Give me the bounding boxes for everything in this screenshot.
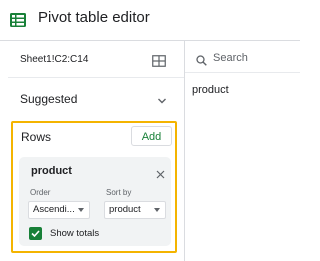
checkmark-icon xyxy=(31,230,40,238)
order-label: Order xyxy=(30,188,51,197)
sortby-select[interactable]: product xyxy=(104,201,166,219)
rows-label: Rows xyxy=(21,130,52,144)
editor-title: Pivot table editor xyxy=(38,9,150,26)
order-select[interactable]: Ascendi... xyxy=(28,201,90,219)
editor-header: Pivot table editor xyxy=(0,0,300,40)
header-divider xyxy=(0,40,300,41)
caret-down-icon xyxy=(154,208,160,212)
grid-icon[interactable] xyxy=(152,54,166,67)
sortby-select-value: product xyxy=(109,204,141,215)
suggested-label[interactable]: Suggested xyxy=(20,92,77,106)
show-totals-label[interactable]: Show totals xyxy=(50,228,99,239)
caret-down-icon xyxy=(78,208,84,212)
field-list-item[interactable]: product xyxy=(192,84,229,96)
chevron-down-icon[interactable] xyxy=(157,93,167,104)
sortby-label: Sort by xyxy=(106,188,132,197)
field-search-input[interactable] xyxy=(213,49,298,67)
data-range[interactable]: Sheet1!C2:C14 xyxy=(20,54,88,65)
add-row-button[interactable]: Add xyxy=(131,126,172,146)
pivot-table-icon xyxy=(10,13,26,27)
row-field-name: product xyxy=(31,165,72,177)
show-totals-checkbox[interactable] xyxy=(29,227,42,240)
search-icon xyxy=(196,53,207,66)
order-select-value: Ascendi... xyxy=(33,204,75,215)
range-divider xyxy=(8,77,184,78)
close-icon[interactable] xyxy=(156,166,165,179)
search-divider xyxy=(185,72,300,73)
panel-divider xyxy=(184,41,185,261)
